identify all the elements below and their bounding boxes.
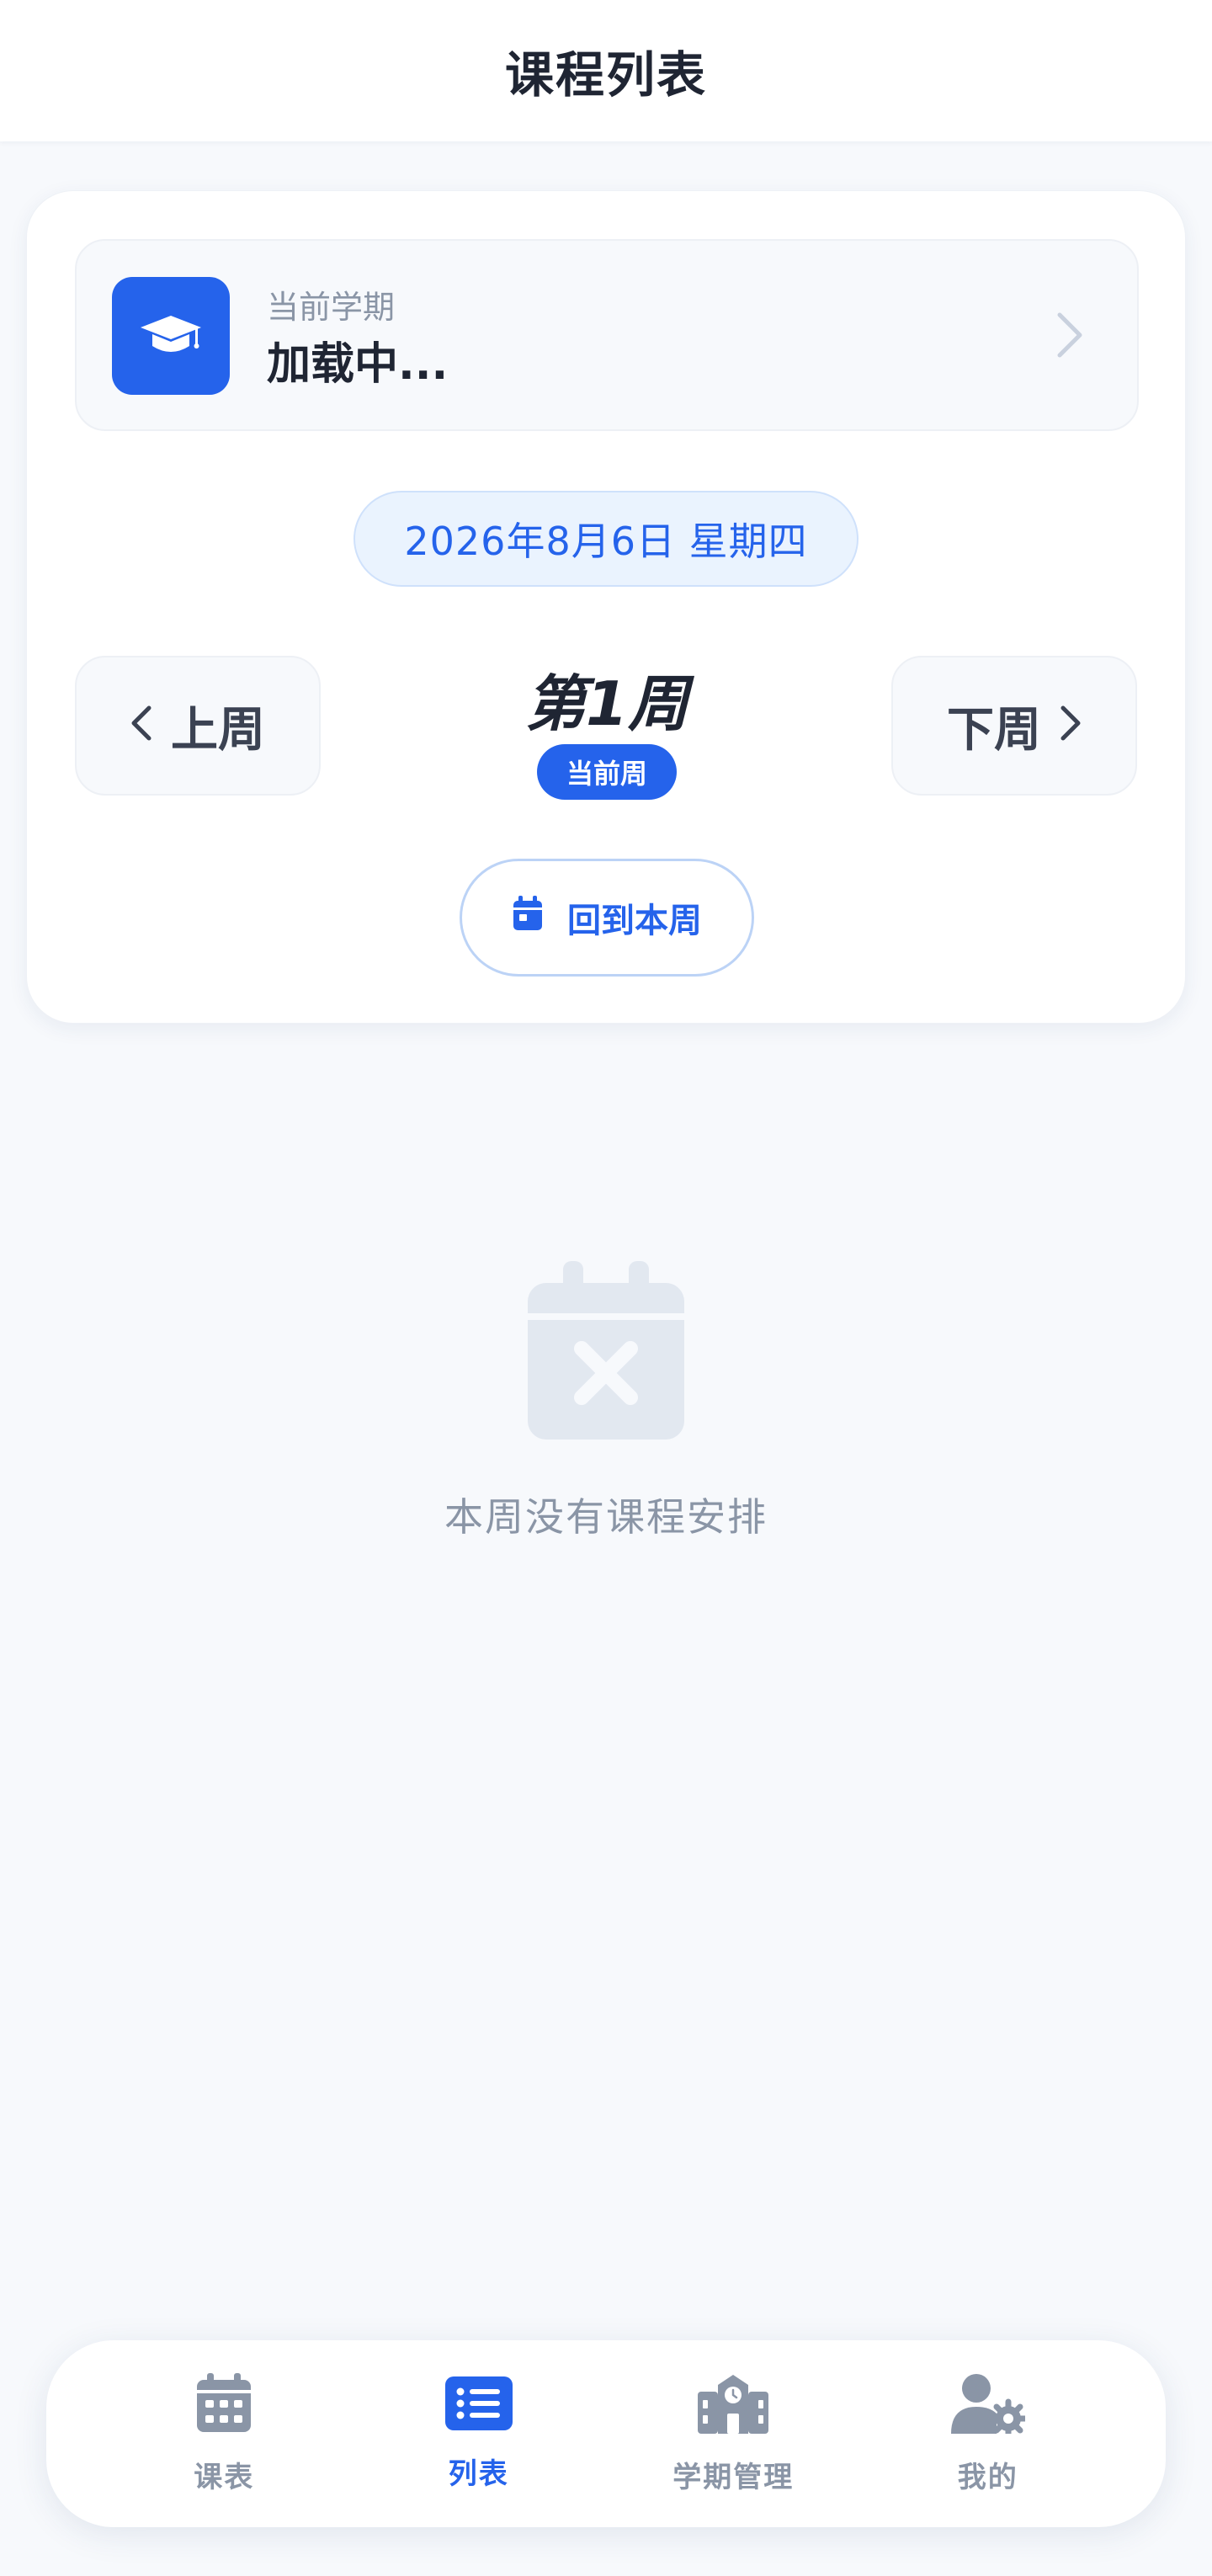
current-term-selector[interactable]: 当前学期 加载中... [75,239,1139,431]
graduation-cap-icon [112,277,230,395]
list-icon [444,2376,513,2434]
back-to-this-week-button[interactable]: 回到本周 [460,859,754,977]
term-name: 加载中... [267,339,449,390]
term-caption: 当前学期 [267,289,396,326]
chevron-right-icon [1060,699,1082,753]
tab-term-management[interactable]: 学期管理 [632,2340,834,2527]
tab-profile-label: 我的 [957,2460,1018,2494]
chevron-right-icon [1055,310,1085,364]
current-date-pill: 2026年8月6日 星期四 [354,491,858,587]
bottom-tab-bar: 课表 列表 学期管理 我的 [46,2340,1166,2527]
empty-state: 本周没有课程安排 [0,1261,1212,1542]
next-week-button[interactable]: 下周 [891,656,1137,796]
next-week-label: 下周 [947,702,1041,758]
top-app-bar: 课程列表 [0,0,1212,141]
user-gear-icon [950,2373,1029,2438]
calendar-icon [512,895,544,940]
page-title: 课程列表 [504,46,707,104]
tab-list[interactable]: 列表 [378,2340,580,2527]
tab-schedule[interactable]: 课表 [123,2340,325,2527]
calendar-grid-icon [195,2372,252,2437]
empty-state-message: 本周没有课程安排 [444,1494,768,1540]
tab-schedule-label: 课表 [194,2460,255,2494]
calendar-x-icon [528,1261,684,1443]
tab-list-label: 列表 [448,2456,509,2491]
week-control-card: 当前学期 加载中... 2026年8月6日 星期四 上周 第1周 当前周 下周 [26,190,1186,1024]
back-to-this-week-label: 回到本周 [567,902,702,940]
current-week-badge: 当前周 [537,744,677,800]
tab-profile[interactable]: 我的 [887,2340,1089,2527]
tab-term-management-label: 学期管理 [672,2460,795,2494]
school-building-icon [696,2373,770,2437]
